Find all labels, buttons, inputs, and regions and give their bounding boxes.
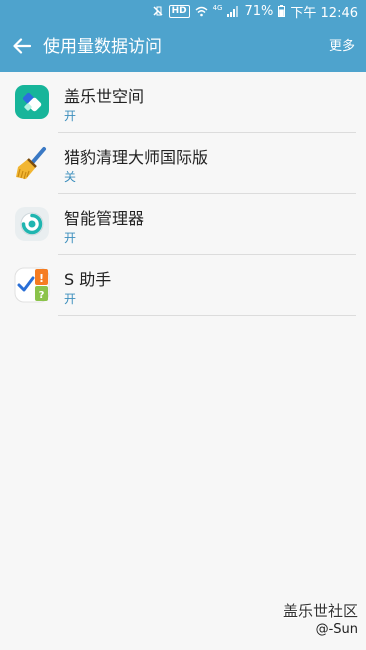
list-item[interactable]: 智能管理器 开 (0, 194, 366, 255)
app-access-status: 开 (64, 109, 77, 123)
app-name: 猎豹清理大师国际版 (64, 148, 209, 167)
s-assistant-icon: ! ? (14, 267, 50, 303)
watermark-title: 盖乐世社区 (282, 602, 358, 620)
app-name: 盖乐世空间 (64, 87, 145, 106)
clock: 下午 12:46 (290, 5, 358, 21)
wifi-icon (195, 6, 208, 17)
app-access-status: 关 (64, 170, 77, 184)
app-name: S 助手 (64, 270, 112, 289)
clean-master-broom-icon (14, 145, 50, 181)
smart-manager-icon (14, 206, 50, 242)
svg-text:?: ? (39, 290, 45, 301)
signal-icon (227, 5, 239, 17)
watermark-author: @-Sun (315, 622, 358, 637)
back-arrow-icon (13, 38, 31, 54)
svg-text:!: ! (39, 272, 44, 285)
list-item[interactable]: 盖乐世空间 开 (0, 72, 366, 133)
battery-icon (278, 5, 286, 17)
app-access-status: 开 (64, 292, 77, 306)
status-bar: HD 4G 71% 下午 12:46 (0, 0, 366, 22)
app-list: 盖乐世空间 开 猎豹清理大师国际版 关 智能管理器 开 ! ? S 助手 开 (0, 72, 366, 316)
page-title: 使用量数据访问 (43, 37, 162, 57)
back-button[interactable] (10, 34, 34, 58)
hd-badge: HD (168, 4, 190, 18)
battery-percent: 71% (244, 3, 274, 19)
app-bar: 使用量数据访问 更多 (0, 22, 366, 72)
divider (58, 315, 356, 316)
more-button[interactable]: 更多 (329, 22, 355, 72)
app-access-status: 开 (64, 231, 77, 245)
network-type-label: 4G (212, 4, 223, 12)
list-item[interactable]: 猎豹清理大师国际版 关 (0, 133, 366, 194)
app-name: 智能管理器 (64, 209, 145, 228)
status-right: HD 4G 71% 下午 12:46 (152, 0, 358, 22)
list-item[interactable]: ! ? S 助手 开 (0, 255, 366, 316)
mute-vibrate-icon (152, 5, 164, 17)
galaxy-space-icon (14, 84, 50, 120)
